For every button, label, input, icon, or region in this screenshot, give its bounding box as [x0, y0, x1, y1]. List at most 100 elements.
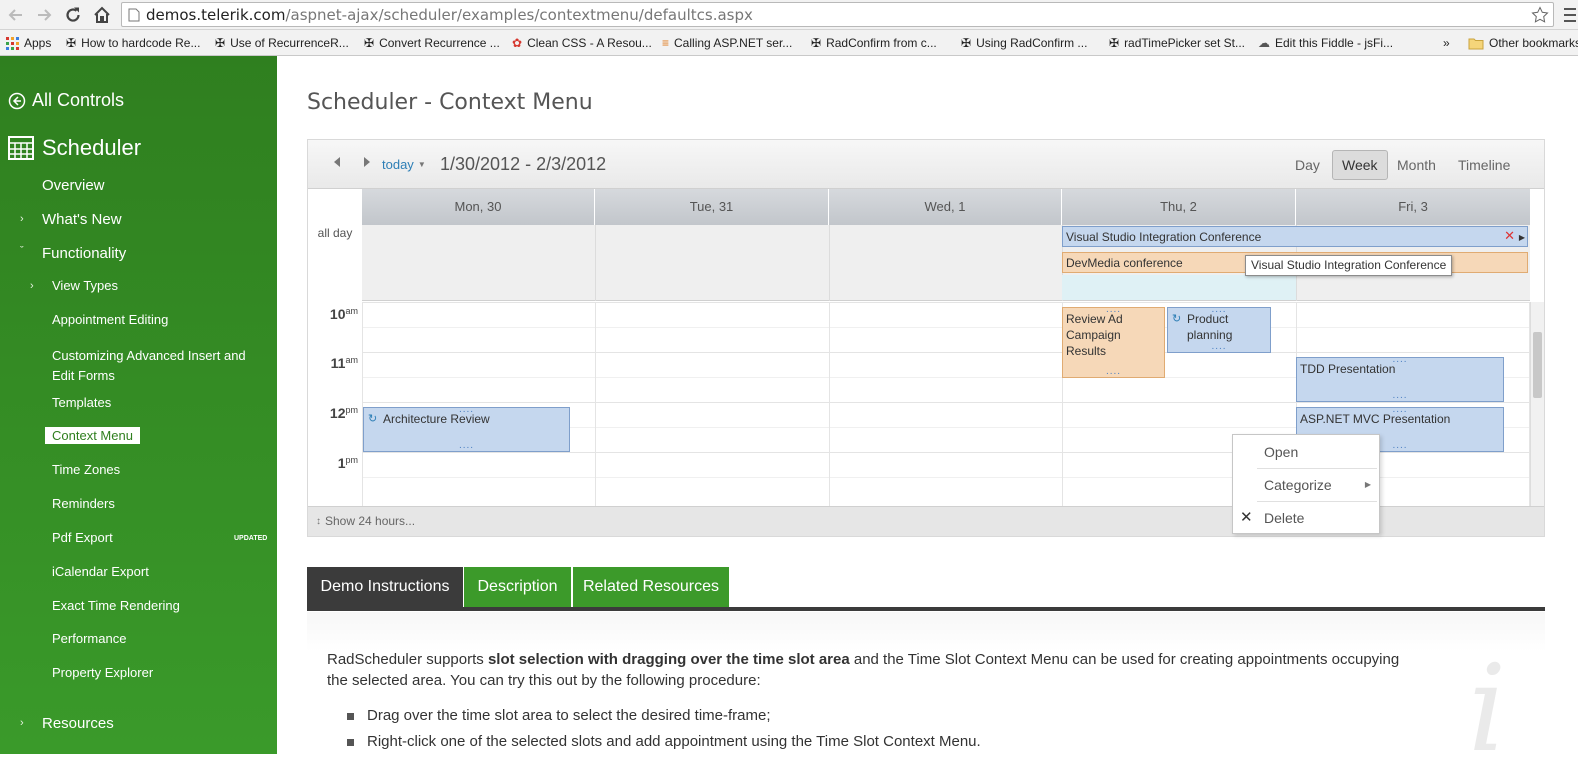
home-icon[interactable] — [90, 3, 114, 27]
all-controls-label: All Controls — [32, 90, 125, 110]
forward-icon[interactable] — [32, 3, 56, 27]
list-item-text: Right-click one of the selected slots an… — [367, 733, 981, 750]
bookmark-item[interactable]: ✠ Convert Recurrence ... — [364, 33, 500, 53]
scrollbar[interactable] — [1530, 302, 1544, 506]
bookmark-label: Convert Recurrence ... — [379, 36, 500, 50]
paragraph-bold: slot selection with dragging over the ti… — [487, 651, 850, 668]
next-arrow-icon[interactable] — [362, 156, 372, 168]
tab-description[interactable]: Description — [464, 567, 571, 607]
resize-handle[interactable]: .... — [1106, 367, 1121, 377]
list-item: Right-click one of the selected slots an… — [347, 733, 981, 750]
stackoverflow-icon: ≡ — [662, 36, 670, 50]
appointment-tdd-presentation[interactable]: TDD Presentation .... .... — [1296, 357, 1504, 402]
appointment-product-planning[interactable]: ↻ Product planning .... .... — [1167, 307, 1271, 353]
view-week-button[interactable]: Week — [1332, 150, 1388, 180]
reload-icon[interactable] — [61, 3, 85, 27]
bookmark-item[interactable]: ≡ Calling ASP.NET ser... — [662, 33, 792, 53]
bookmark-item[interactable]: ✠ Use of RecurrenceR... — [215, 33, 349, 53]
sidebar-item-templates[interactable]: Templates — [52, 395, 111, 410]
appointment-vs-conference[interactable]: Visual Studio Integration Conference ✕ ▶ — [1062, 226, 1528, 247]
day-header: Tue, 31 — [595, 189, 829, 225]
hour-label: 12pm — [308, 405, 362, 421]
updated-badge: UPDATED — [234, 535, 268, 542]
view-month-button[interactable]: Month — [1388, 150, 1445, 180]
hour-number: 10 — [329, 306, 346, 322]
sidebar-item-exact-time-rendering[interactable]: Exact Time Rendering — [52, 598, 180, 613]
hour-ampm: pm — [345, 455, 358, 465]
expand-icon: ↕ — [316, 515, 321, 527]
day-header: Wed, 1 — [829, 189, 1062, 225]
resize-handle[interactable]: .... — [1211, 342, 1226, 352]
bullet — [347, 739, 354, 746]
address-bar[interactable]: demos.telerik.com/aspnet-ajax/scheduler/… — [121, 2, 1554, 27]
resize-handle[interactable]: .... — [1392, 391, 1407, 401]
delete-x-icon[interactable]: ✕ — [1504, 228, 1515, 244]
resize-handle[interactable]: .... — [459, 441, 474, 451]
bookmark-item[interactable]: ☁ Edit this Fiddle - jsFi... — [1258, 33, 1393, 53]
context-menu-open[interactable]: Open — [1233, 437, 1379, 467]
all-controls-link[interactable]: All Controls — [8, 90, 124, 111]
sidebar-item-whats-new[interactable]: What's New — [42, 211, 122, 228]
sidebar-item-performance[interactable]: Performance — [52, 631, 126, 646]
bookmark-label: RadConfirm from c... — [826, 36, 937, 50]
column-divider — [829, 225, 830, 301]
sidebar-item-pdf-export[interactable]: Pdf Export — [52, 530, 113, 545]
tab-related-resources[interactable]: Related Resources — [573, 567, 729, 607]
bookmark-item[interactable]: ✠ How to hardcode Re... — [66, 33, 200, 53]
more-bookmarks-button[interactable]: » — [1443, 33, 1450, 53]
caret-down-icon: ▼ — [417, 160, 426, 169]
other-bookmarks[interactable]: Other bookmarks — [1468, 33, 1578, 53]
bookmark-item[interactable]: ✠ radTimePicker set St... — [1109, 33, 1245, 53]
menu-item-label: Categorize — [1264, 477, 1332, 493]
menu-icon[interactable] — [1562, 3, 1576, 27]
sidebar-item-icalendar-export[interactable]: iCalendar Export — [52, 564, 149, 579]
sidebar-item-functionality[interactable]: Functionality — [42, 245, 126, 262]
sidebar-item-resources[interactable]: Resources — [42, 715, 114, 732]
bookmark-label: Edit this Fiddle - jsFi... — [1275, 36, 1394, 50]
view-day-button[interactable]: Day — [1286, 150, 1329, 180]
resize-handle[interactable]: .... — [1392, 441, 1407, 451]
sidebar-item-overview[interactable]: Overview — [42, 177, 105, 194]
chevron-right-icon: › — [30, 280, 34, 292]
bookmark-item[interactable]: ✠ RadConfirm from c... — [811, 33, 937, 53]
resize-handle[interactable]: .... — [1211, 308, 1226, 315]
bookmark-item[interactable]: ✠ Using RadConfirm ... — [961, 33, 1087, 53]
scheduler-heading[interactable]: Scheduler — [8, 135, 141, 161]
sidebar-item-context-menu[interactable]: Context Menu — [45, 427, 140, 444]
day-header-row: Mon, 30 Tue, 31 Wed, 1 Thu, 2 Fri, 3 — [362, 189, 1530, 225]
chevron-down-icon: ˇ — [20, 245, 24, 257]
tab-demo-instructions[interactable]: Demo Instructions — [307, 567, 463, 607]
context-menu-categorize[interactable]: Categorize ▶ — [1233, 470, 1379, 500]
appointment-title: Review Ad Campaign Results — [1066, 312, 1123, 358]
sidebar: All Controls Scheduler Overview › What's… — [0, 56, 277, 754]
resize-handle[interactable]: .... — [459, 408, 474, 415]
bookmark-apps[interactable]: Apps — [6, 33, 51, 53]
sidebar-item-appointment-editing[interactable]: Appointment Editing — [52, 312, 168, 327]
context-menu-delete[interactable]: ✕ Delete — [1233, 503, 1379, 533]
today-button[interactable]: today ▼ — [382, 157, 426, 172]
back-icon[interactable] — [4, 3, 28, 27]
appointment-review-ad[interactable]: Review Ad Campaign Results .... .... — [1062, 307, 1165, 378]
bookmark-item[interactable]: ✿ Clean CSS - A Resou... — [512, 33, 652, 53]
selected-slot[interactable] — [1062, 275, 1296, 300]
paragraph-text: RadScheduler supports — [327, 651, 488, 668]
sidebar-item-property-explorer[interactable]: Property Explorer — [52, 665, 153, 680]
sidebar-item-view-types[interactable]: View Types — [52, 278, 118, 293]
resize-handle[interactable]: .... — [1392, 408, 1407, 415]
hour-ampm: am — [345, 306, 358, 316]
scrollbar-thumb[interactable] — [1533, 332, 1542, 398]
view-timeline-button[interactable]: Timeline — [1449, 150, 1519, 180]
show-24-hours-link[interactable]: ↕ Show 24 hours... — [316, 514, 415, 528]
appointment-architecture-review[interactable]: ↻ Architecture Review .... .... — [363, 407, 570, 452]
appointment-title: DevMedia conference — [1066, 256, 1183, 270]
sidebar-item-time-zones[interactable]: Time Zones — [52, 462, 120, 477]
prev-arrow-icon[interactable] — [332, 156, 342, 168]
demo-tabs: Demo Instructions Description Related Re… — [307, 567, 1545, 611]
resize-handle[interactable]: .... — [1392, 358, 1407, 365]
sidebar-item-reminders[interactable]: Reminders — [52, 496, 115, 511]
resize-handle[interactable]: .... — [1106, 308, 1121, 315]
bookmark-star-icon[interactable] — [1531, 6, 1549, 24]
browser-toolbar: demos.telerik.com/aspnet-ajax/scheduler/… — [0, 0, 1578, 30]
sidebar-item-customizing-forms[interactable]: Customizing Advanced Insert and Edit For… — [52, 346, 246, 386]
appointment-title: TDD Presentation — [1300, 362, 1396, 376]
